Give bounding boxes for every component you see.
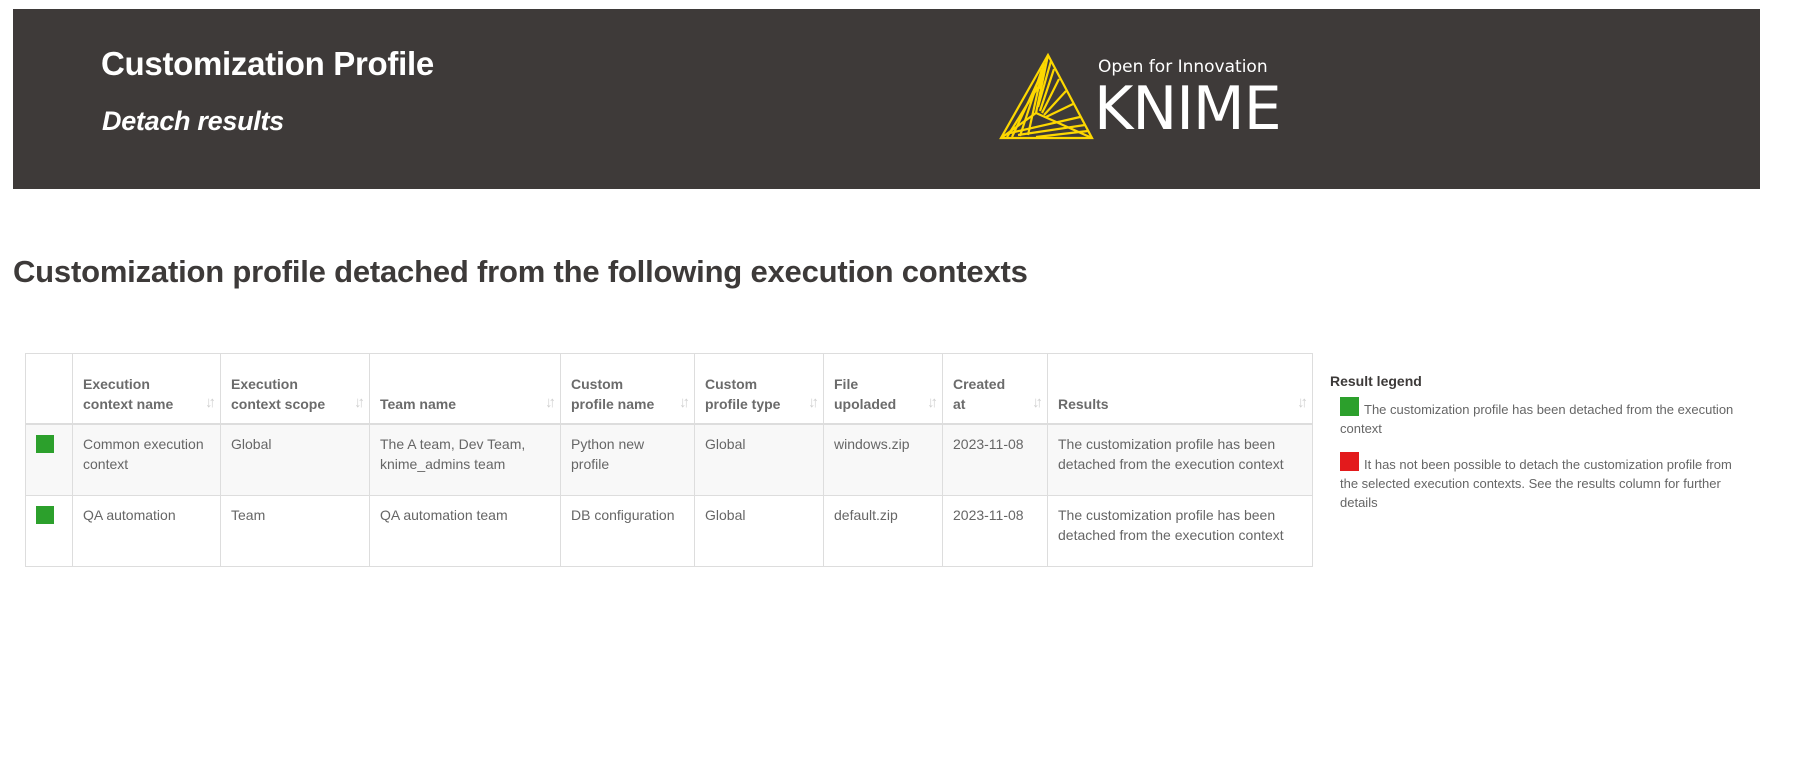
- results-table: Execution context name ↓↑ Execution cont…: [25, 353, 1313, 567]
- red-square-icon: [1340, 452, 1359, 471]
- green-square-icon: [1340, 397, 1359, 416]
- page-subtitle: Detach results: [102, 106, 284, 136]
- column-header-custom-profile-type[interactable]: Custom profile type ↓↑: [694, 353, 824, 425]
- sort-arrows-icon[interactable]: ↓↑: [927, 393, 938, 413]
- cell-custom-profile-type: Global: [694, 495, 824, 567]
- column-header-results[interactable]: Results ↓↑: [1047, 353, 1313, 425]
- cell-team-name: The A team, Dev Team, knime_admins team: [369, 423, 561, 496]
- cell-results: The customization profile has been detac…: [1047, 495, 1313, 567]
- column-header-created-at[interactable]: Created at ↓↑: [942, 353, 1048, 425]
- sort-arrows-icon[interactable]: ↓↑: [1297, 393, 1308, 413]
- column-header-label: Results: [1058, 396, 1109, 412]
- column-header-label: Created at: [953, 376, 1006, 412]
- table-row: QA automation Team QA automation team DB…: [25, 495, 1313, 567]
- status-success-icon: [36, 506, 54, 524]
- legend-item-text: The customization profile has been detac…: [1340, 402, 1734, 436]
- column-header-label: Team name: [380, 396, 456, 412]
- cell-team-name: QA automation team: [369, 495, 561, 567]
- legend-item-text: It has not been possible to detach the c…: [1340, 457, 1732, 510]
- cell-file-uploaded: windows.zip: [823, 423, 943, 496]
- cell-created-at: 2023-11-08: [942, 423, 1048, 496]
- knime-triangle-logo-icon: [999, 52, 1094, 140]
- column-header-label: Custom profile name: [571, 376, 655, 412]
- sort-arrows-icon[interactable]: ↓↑: [679, 393, 690, 413]
- status-success-icon: [36, 435, 54, 453]
- cell-custom-profile-name: DB configuration: [560, 495, 695, 567]
- status-cell: [25, 495, 73, 567]
- cell-execution-context-name: QA automation: [72, 495, 221, 567]
- legend-title: Result legend: [1330, 373, 1422, 389]
- column-header-label: Execution context scope: [231, 376, 326, 412]
- column-header-label: File upoladed: [834, 376, 897, 412]
- cell-execution-context-scope: Team: [220, 495, 370, 567]
- column-header-status: [25, 353, 73, 425]
- result-legend: Result legend The customization profile …: [1330, 373, 1750, 526]
- column-header-file-uploaded[interactable]: File upoladed ↓↑: [823, 353, 943, 425]
- table-header-row: Execution context name ↓↑ Execution cont…: [25, 353, 1313, 425]
- knime-logo: Open for Innovation KNIME: [996, 49, 1326, 144]
- legend-item-success: The customization profile has been detac…: [1340, 397, 1750, 438]
- sort-arrows-icon[interactable]: ↓↑: [354, 393, 365, 413]
- table-row: Common execution context Global The A te…: [25, 423, 1313, 496]
- page-header: Customization Profile Detach results Ope…: [13, 9, 1760, 189]
- cell-custom-profile-type: Global: [694, 423, 824, 496]
- column-header-label: Custom profile type: [705, 376, 781, 412]
- cell-execution-context-name: Common execution context: [72, 423, 221, 496]
- cell-execution-context-scope: Global: [220, 423, 370, 496]
- status-cell: [25, 423, 73, 496]
- sort-arrows-icon[interactable]: ↓↑: [1032, 393, 1043, 413]
- cell-file-uploaded: default.zip: [823, 495, 943, 567]
- page-title: Customization Profile: [101, 45, 434, 82]
- cell-custom-profile-name: Python new profile: [560, 423, 695, 496]
- column-header-label: Execution context name: [83, 376, 174, 412]
- column-header-execution-context-scope[interactable]: Execution context scope ↓↑: [220, 353, 370, 425]
- column-header-team-name[interactable]: Team name ↓↑: [369, 353, 561, 425]
- column-header-custom-profile-name[interactable]: Custom profile name ↓↑: [560, 353, 695, 425]
- column-header-execution-context-name[interactable]: Execution context name ↓↑: [72, 353, 221, 425]
- legend-item-failure: It has not been possible to detach the c…: [1340, 452, 1750, 512]
- section-heading: Customization profile detached from the …: [13, 254, 1028, 289]
- sort-arrows-icon[interactable]: ↓↑: [808, 393, 819, 413]
- sort-arrows-icon[interactable]: ↓↑: [545, 393, 556, 413]
- cell-created-at: 2023-11-08: [942, 495, 1048, 567]
- cell-results: The customization profile has been detac…: [1047, 423, 1313, 496]
- sort-arrows-icon[interactable]: ↓↑: [205, 393, 216, 413]
- logo-wordmark: KNIME: [1094, 74, 1282, 144]
